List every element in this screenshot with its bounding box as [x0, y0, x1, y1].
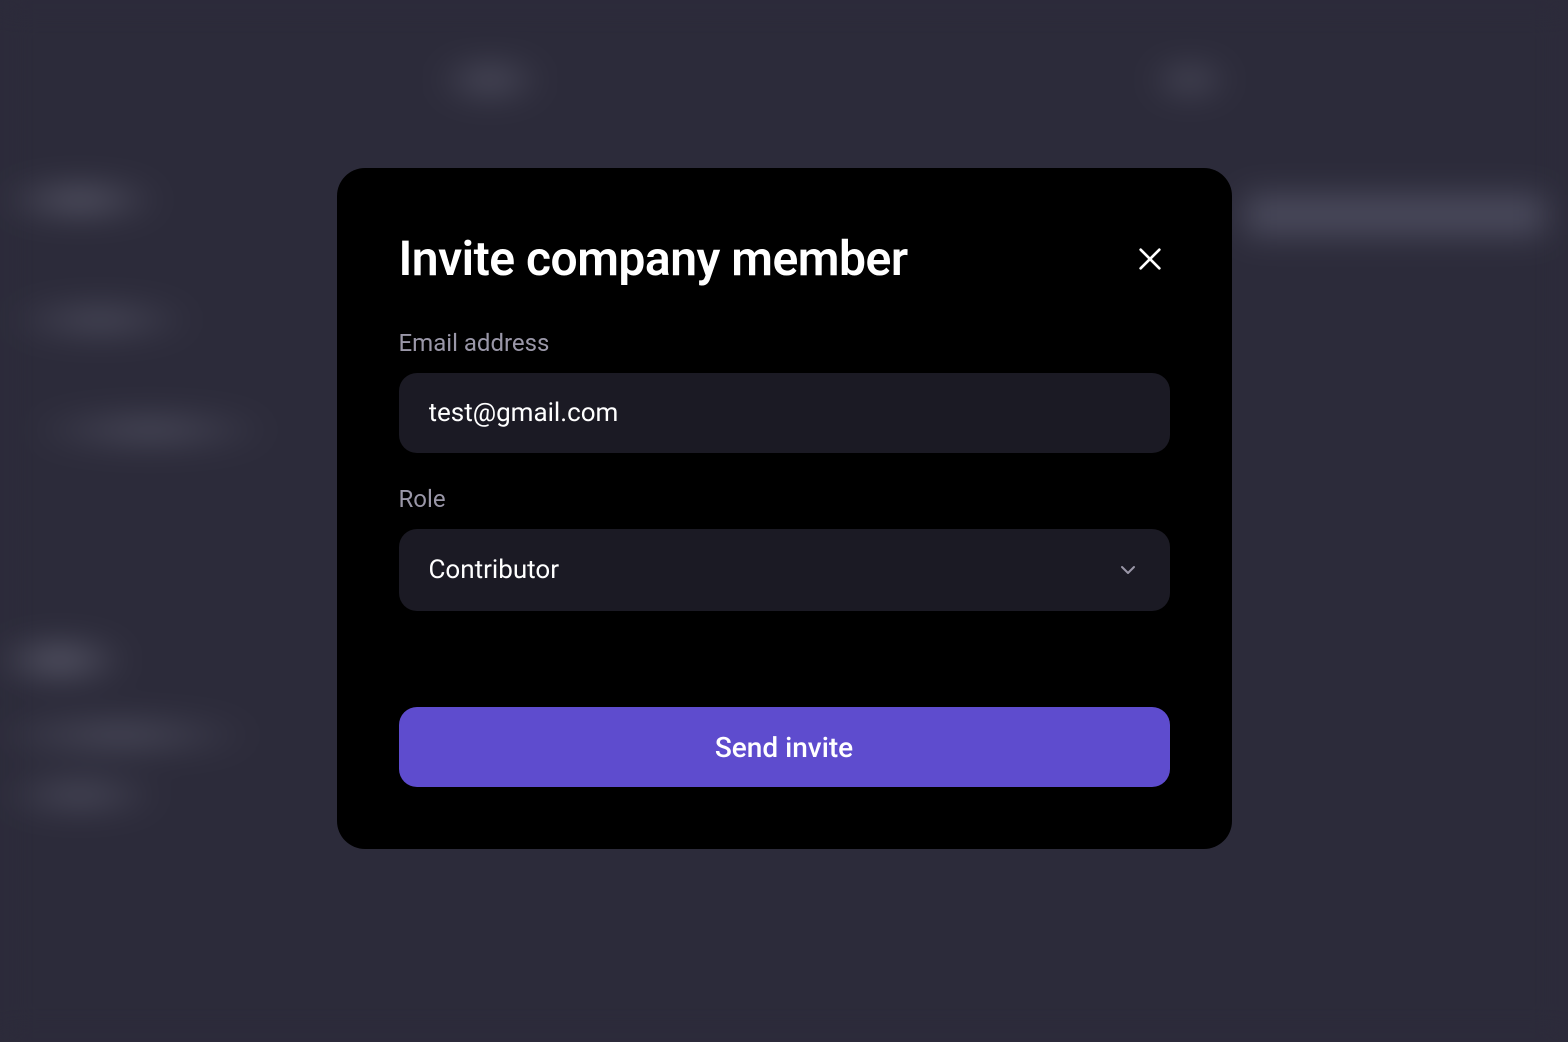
- chevron-down-icon: [1116, 558, 1140, 582]
- email-form-group: Email address: [399, 329, 1170, 453]
- invite-member-modal: Invite company member Email address Role…: [337, 168, 1232, 849]
- role-form-group: Role Contributor: [399, 485, 1170, 611]
- email-label: Email address: [399, 329, 1170, 357]
- modal-overlay: Invite company member Email address Role…: [0, 0, 1568, 1042]
- close-button[interactable]: [1130, 239, 1170, 279]
- send-invite-button[interactable]: Send invite: [399, 707, 1170, 787]
- modal-title: Invite company member: [399, 230, 908, 287]
- modal-header: Invite company member: [399, 230, 1170, 287]
- role-select[interactable]: Contributor: [399, 529, 1170, 611]
- email-input[interactable]: [399, 373, 1170, 453]
- role-label: Role: [399, 485, 1170, 513]
- close-icon: [1134, 243, 1166, 275]
- role-selected-value: Contributor: [429, 555, 560, 585]
